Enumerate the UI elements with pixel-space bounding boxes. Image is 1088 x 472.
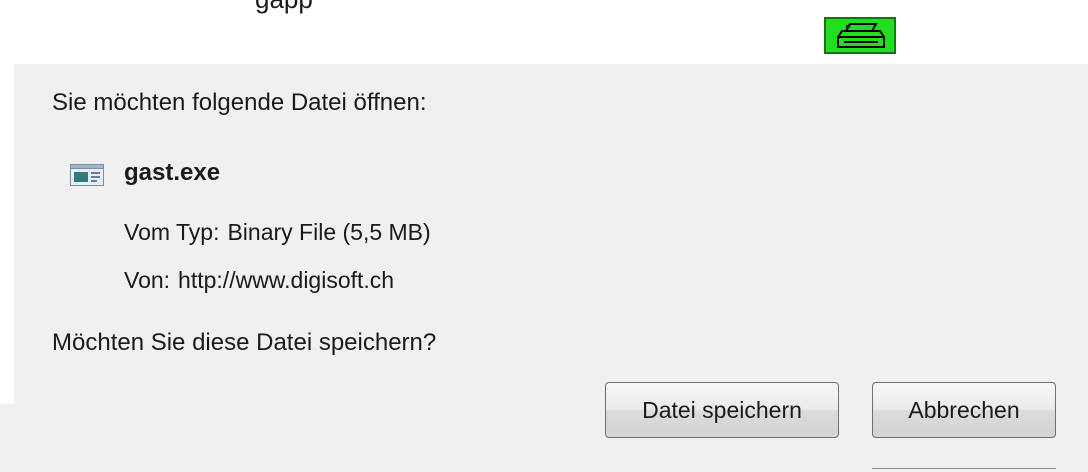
save-file-button[interactable]: Datei speichern	[605, 382, 839, 438]
file-type-value: Binary File (5,5 MB)	[227, 219, 431, 245]
printer-icon[interactable]	[824, 17, 896, 54]
file-type-label: Vom Typ:	[124, 219, 220, 245]
background-partial-text: gapp	[255, 0, 313, 14]
application-file-icon	[70, 164, 104, 186]
file-type-row: Vom Typ: Binary File (5,5 MB)	[124, 219, 431, 246]
bottom-divider	[872, 468, 1056, 472]
prompt-label: Sie möchten folgende Datei öffnen:	[52, 89, 427, 116]
cancel-button[interactable]: Abbrechen	[872, 382, 1056, 438]
file-source-row: Von: http://www.digisoft.ch	[124, 267, 394, 294]
file-name: gast.exe	[124, 159, 221, 186]
screen: gapp Sie möchten folgende Datei öffnen:	[0, 0, 1088, 472]
file-source-value: http://www.digisoft.ch	[178, 267, 395, 293]
dialog-edge	[0, 404, 14, 472]
download-dialog: Sie möchten folgende Datei öffnen: gast.…	[14, 64, 1088, 472]
save-question: Möchten Sie diese Datei speichern?	[52, 329, 437, 356]
file-source-label: Von:	[124, 267, 171, 293]
